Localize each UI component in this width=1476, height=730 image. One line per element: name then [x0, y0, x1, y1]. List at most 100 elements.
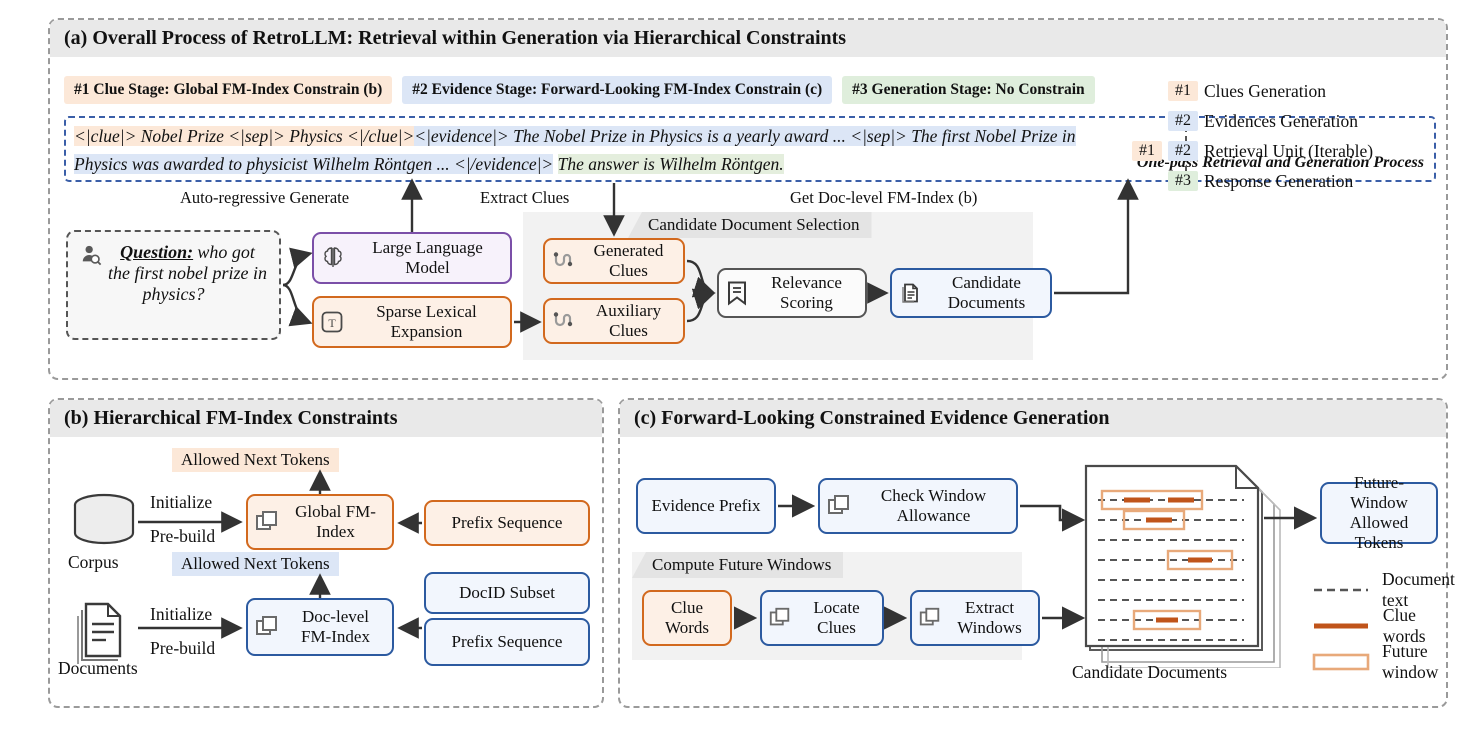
question-box: Question: who got the first nobel prize … — [66, 230, 281, 340]
clue-segment: <|clue|> Nobel Prize <|sep|> Physics <|/… — [74, 126, 415, 146]
node-check-window-allowance[interactable]: Check Window Allowance — [818, 478, 1018, 534]
node-docid-subset[interactable]: DocID Subset — [424, 572, 590, 614]
user-question-icon — [80, 244, 102, 266]
node-doc-level-fm-index-label: Doc-level FM-Index — [301, 607, 370, 646]
node-relevance-scoring[interactable]: Relevance Scoring — [717, 268, 867, 318]
corpus-label: Corpus — [68, 552, 119, 572]
node-relevance-label: Relevance Scoring — [771, 273, 842, 312]
allowed-next-tokens-doclevel: Allowed Next Tokens — [172, 552, 339, 576]
index-layers-icon — [254, 509, 280, 535]
node-candidate-docs-label: Candidate Documents — [947, 273, 1026, 312]
candidate-selection-label: Candidate Document Selection — [628, 212, 872, 238]
dashed-line-swatch — [1312, 586, 1370, 594]
index-layers-icon — [918, 606, 942, 630]
node-auxiliary-clues[interactable]: Auxiliary Clues — [543, 298, 685, 344]
node-prefix-sequence-2-label: Prefix Sequence — [451, 632, 563, 651]
candidate-documents-caption: Candidate Documents — [1072, 662, 1228, 682]
legend-tag: #1 — [1168, 81, 1198, 101]
node-clue-words[interactable]: Clue Words — [642, 590, 732, 646]
node-prefix-sequence-doclevel[interactable]: Prefix Sequence — [424, 618, 590, 666]
solid-line-swatch — [1312, 622, 1371, 630]
node-locate-clues[interactable]: Locate Clues — [760, 590, 884, 646]
node-future-window-label: Future-Window Allowed Tokens — [1349, 473, 1409, 552]
answer-segment: The answer is Wilhelm Röntgen. — [557, 154, 784, 174]
node-candidate-documents[interactable]: Candidate Documents — [890, 268, 1052, 318]
panel-a-legend: #1 #1 Clues Generation #1 #2 Evidences G… — [1132, 76, 1432, 196]
clue-path-icon — [551, 249, 575, 273]
node-sparse-label: Sparse Lexical Expansion — [376, 302, 477, 341]
node-generated-clues-label: Generated Clues — [593, 241, 664, 280]
node-evidence-prefix-label: Evidence Prefix — [651, 496, 761, 515]
legend-row-clue-words: Clue words — [1312, 605, 1459, 646]
edge-label-prebuild-global: Pre-build — [150, 526, 216, 546]
evidence-segment-line1: <|evidence|> The Nobel Prize in Physics … — [414, 126, 1076, 146]
node-extract-windows[interactable]: Extract Windows — [910, 590, 1040, 646]
node-check-window-label: Check Window Allowance — [880, 486, 987, 525]
node-prefix-sequence-label: Prefix Sequence — [451, 513, 563, 532]
node-extract-windows-label: Extract Windows — [957, 598, 1022, 637]
node-future-window-allowed-tokens[interactable]: Future-Window Allowed Tokens — [1320, 473, 1438, 552]
node-clue-words-label: Clue Words — [665, 598, 709, 637]
node-generated-clues[interactable]: Generated Clues — [543, 238, 685, 284]
rect-outline-swatch — [1312, 652, 1370, 672]
legend-tag: #2 — [1168, 111, 1198, 131]
index-layers-icon — [254, 614, 280, 640]
legend-row: #1 #2 Retrieval Unit (Iterable) — [1132, 136, 1432, 166]
panel-overall-process: (a) Overall Process of RetroLLM: Retriev… — [48, 18, 1448, 380]
text-token-icon: T — [320, 310, 344, 334]
corpus-icon — [68, 492, 140, 559]
panel-c-title: (c) Forward-Looking Constrained Evidence… — [620, 400, 1446, 437]
candidate-documents-illustration — [1072, 458, 1302, 673]
panel-forward-looking-evidence: (c) Forward-Looking Constrained Evidence… — [618, 398, 1455, 708]
node-evidence-prefix[interactable]: Evidence Prefix — [636, 478, 776, 534]
node-doc-level-fm-index[interactable]: Doc-level FM-Index — [246, 598, 394, 656]
legend-tag: #1 — [1132, 141, 1162, 161]
node-locate-clues-label: Locate Clues — [813, 598, 860, 637]
legend-label: Evidences Generation — [1204, 110, 1359, 131]
node-llm-label: Large Language Model — [372, 238, 483, 277]
edge-label-initialize-global: Initialize — [150, 492, 213, 512]
legend-row: #1 #3 Response Generation — [1132, 166, 1432, 196]
panel-b-title: (b) Hierarchical FM-Index Constraints — [50, 400, 602, 437]
node-docid-subset-label: DocID Subset — [459, 583, 555, 602]
evidence-segment-line2: Physics was awarded to physicist Wilhelm… — [74, 154, 554, 174]
legend-label: Clues Generation — [1204, 80, 1326, 101]
legend-label: Retrieval Unit (Iterable) — [1204, 140, 1374, 161]
legend-row: #1 #1 Clues Generation — [1132, 76, 1432, 106]
legend-tag: #2 — [1168, 141, 1198, 161]
label-get-doc-level-fm-index: Get Doc-level FM-Index (b) — [790, 188, 978, 207]
legend-row: #1 #2 Evidences Generation — [1132, 106, 1432, 136]
bookmark-icon — [725, 280, 749, 306]
node-auxiliary-clues-label: Auxiliary Clues — [595, 301, 662, 340]
node-global-fm-index[interactable]: Global FM-Index — [246, 494, 394, 550]
stage-badge-generation: #3 Generation Stage: No Constrain — [842, 76, 1095, 104]
label-extract-clues: Extract Clues — [480, 188, 570, 207]
compute-future-windows-label: Compute Future Windows — [632, 552, 844, 578]
documents-label: Documents — [58, 658, 138, 678]
clue-path-icon — [551, 309, 575, 333]
panel-a-title: (a) Overall Process of RetroLLM: Retriev… — [50, 20, 1446, 57]
stage-badge-clue: #1 Clue Stage: Global FM-Index Constrain… — [64, 76, 393, 104]
panel-hierarchical-fm-index: (b) Hierarchical FM-Index Constraints Al… — [48, 398, 604, 708]
legend-tag: #3 — [1168, 171, 1198, 191]
stage-badge-evidence: #2 Evidence Stage: Forward-Looking FM-In… — [402, 76, 833, 104]
allowed-next-tokens-global: Allowed Next Tokens — [172, 448, 339, 472]
legend-row-future-window: Future window — [1312, 641, 1459, 682]
node-global-fm-index-label: Global FM-Index — [295, 502, 376, 541]
edge-label-prebuild-doclevel: Pre-build — [150, 638, 216, 658]
index-layers-icon — [826, 493, 852, 519]
label-auto-regressive-generate: Auto-regressive Generate — [180, 188, 350, 207]
question-label: Question: — [120, 242, 194, 262]
svg-text:T: T — [328, 316, 336, 330]
legend-label: Future window — [1382, 641, 1439, 682]
legend-label: Response Generation — [1204, 170, 1354, 191]
documents-icon — [898, 280, 924, 306]
brain-icon — [320, 245, 346, 271]
panel-c-legend: Document text Clue words Future window — [1312, 569, 1459, 682]
legend-row-document-text: Document text — [1312, 569, 1459, 610]
index-layers-icon — [768, 606, 792, 630]
node-prefix-sequence-global[interactable]: Prefix Sequence — [424, 500, 590, 546]
edge-label-initialize-doclevel: Initialize — [150, 604, 213, 624]
node-large-language-model[interactable]: Large Language Model — [312, 232, 512, 284]
node-sparse-lexical-expansion[interactable]: T Sparse Lexical Expansion — [312, 296, 512, 348]
